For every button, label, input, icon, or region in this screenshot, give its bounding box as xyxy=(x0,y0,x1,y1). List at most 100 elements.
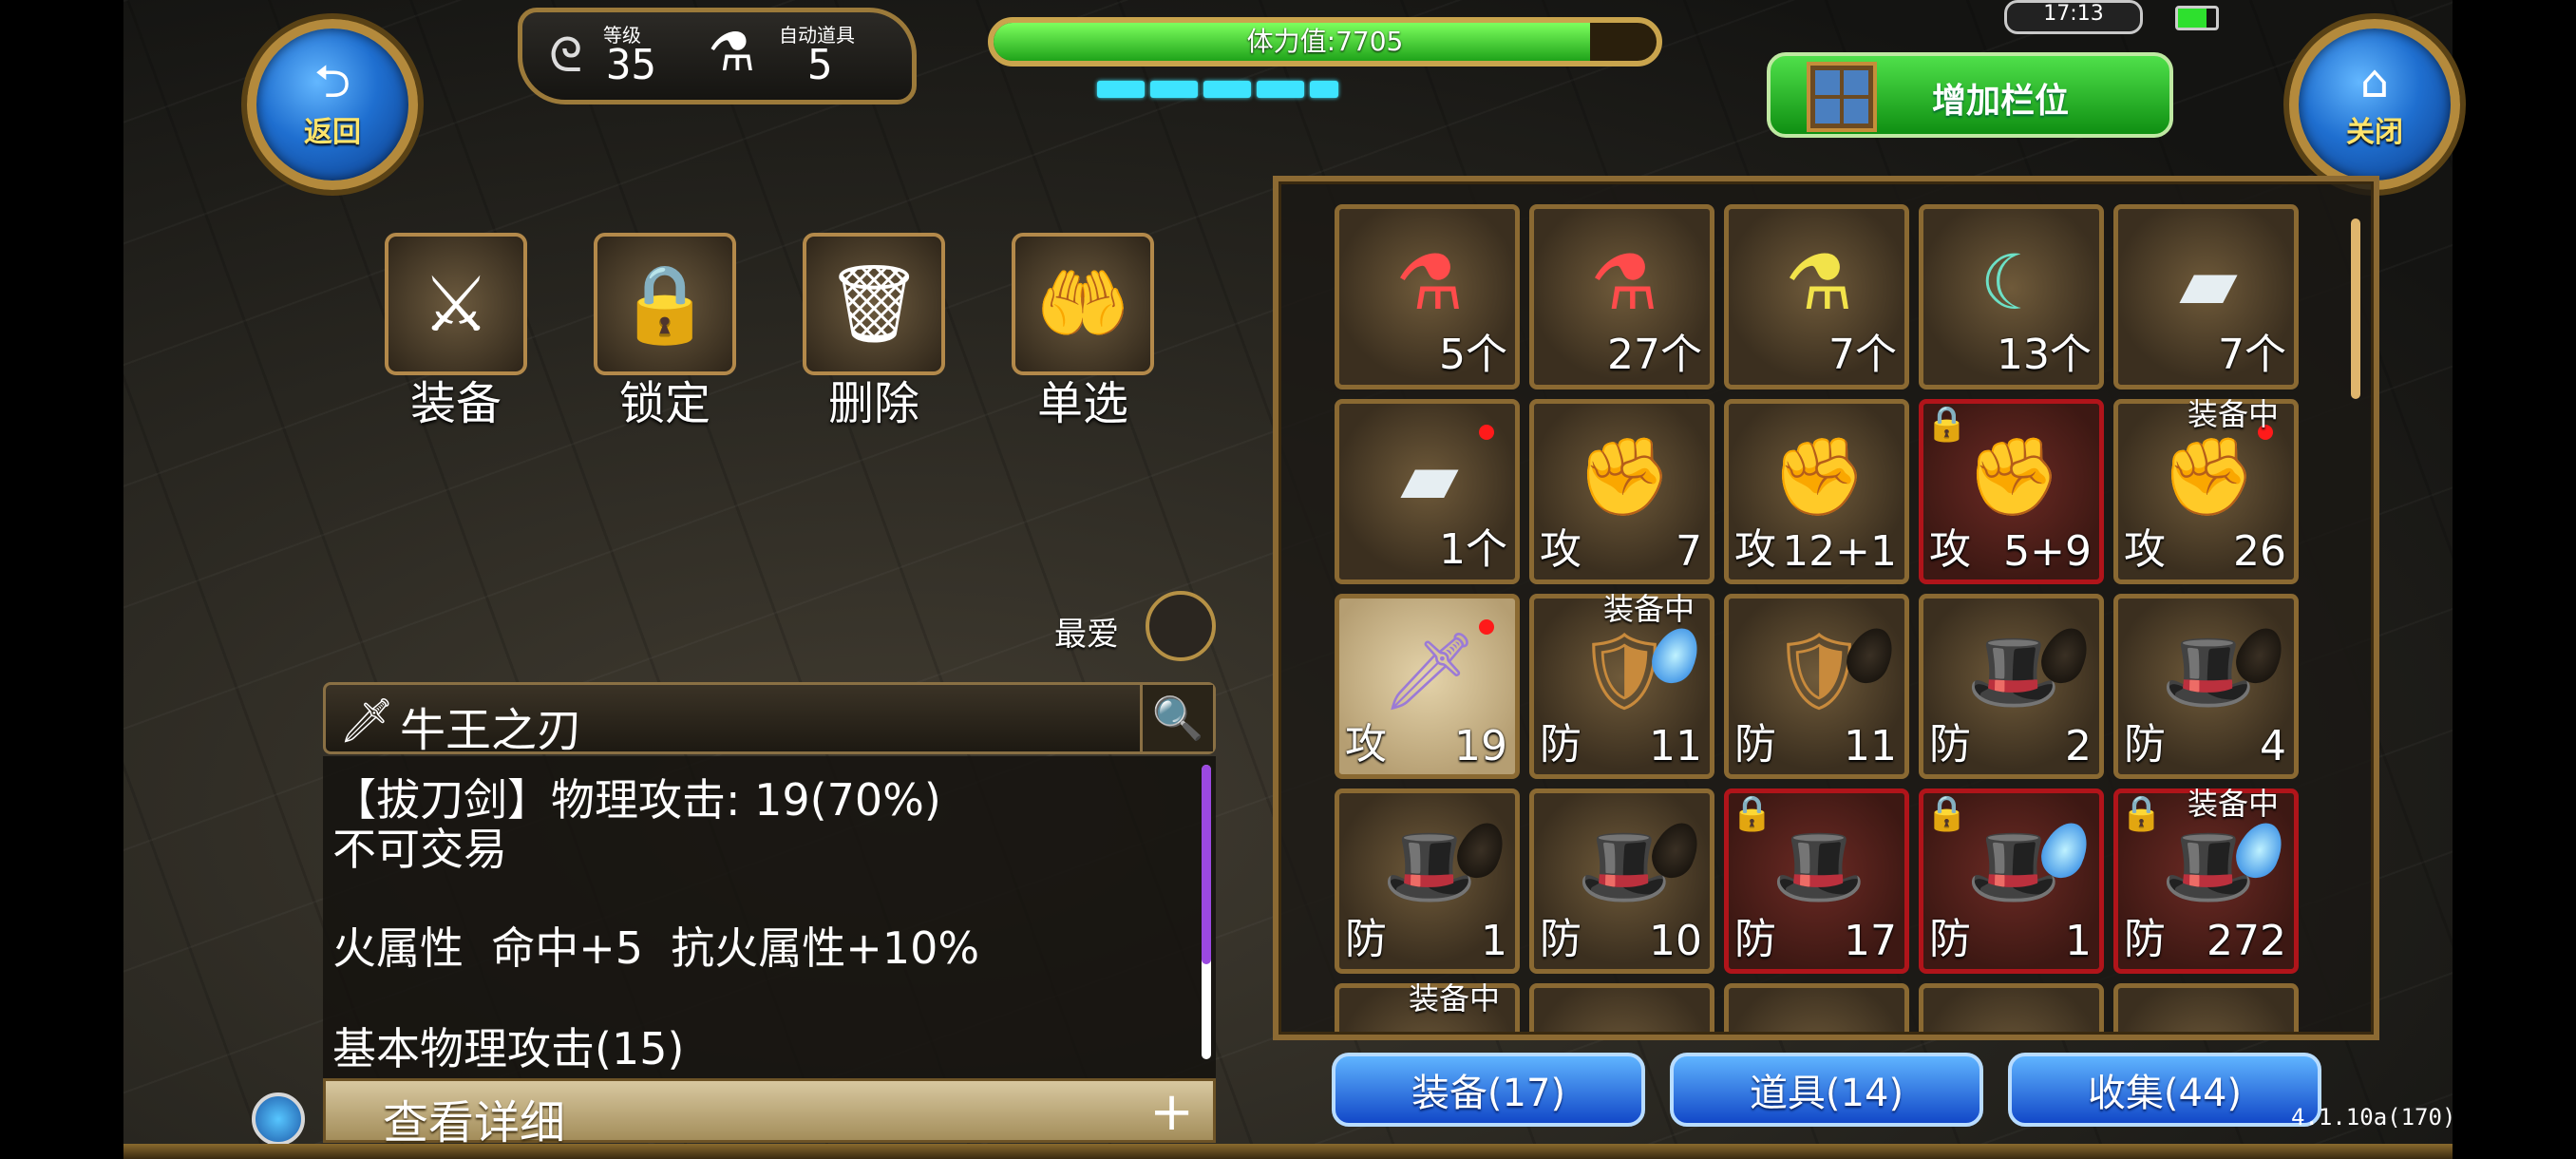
item-detail-body: 【拔刀剑】物理攻击: 19(70%) 不可交易 火属性 命中+5 抗火属性+10… xyxy=(323,756,1216,1079)
inventory-slot[interactable]: 装备中 xyxy=(1335,980,1520,1032)
slot-count: 11 xyxy=(1649,722,1702,770)
trash-can-icon: 🗑 xyxy=(825,259,922,348)
metal-ingot-icon: ▰ xyxy=(1400,432,1459,522)
inventory-slot[interactable]: 🛡 防 11 装备中 xyxy=(1529,591,1714,779)
gauntlet-icon: ✊ xyxy=(1966,432,2061,521)
inventory-slot[interactable]: ✊ 🔒 攻 5+9 xyxy=(1919,399,2104,584)
detail-line: 基本物理攻击(15) xyxy=(332,1023,685,1074)
slot-type: 防 xyxy=(1929,720,1971,769)
inventory-slot[interactable]: ✊ 攻 26 装备中 xyxy=(2113,396,2299,584)
inventory-slot[interactable]: 🛡 防 11 xyxy=(1724,594,1909,779)
slot-type: 防 xyxy=(2124,915,2166,963)
tab-collection[interactable]: 收集(44) xyxy=(2008,1053,2321,1127)
slot-count: 5个 xyxy=(1439,331,1507,379)
magnifier-button[interactable]: 🔍 xyxy=(1140,685,1213,751)
inventory-slot[interactable]: 🗡 攻 19 xyxy=(1335,594,1520,779)
padlock-icon: 🔒 xyxy=(617,259,712,348)
add-slot-button[interactable]: 增加栏位 xyxy=(1767,52,2173,138)
slot-count: 19 xyxy=(1454,722,1507,770)
slot-type: 攻 xyxy=(1345,720,1387,769)
level-value: 35 xyxy=(606,41,656,89)
slot-count: 17 xyxy=(1844,917,1897,965)
auto-item-value: 5 xyxy=(807,41,833,89)
inventory-scrollbar[interactable] xyxy=(2351,218,2360,399)
tab-label: 装备(17) xyxy=(1411,1072,1566,1115)
item-detail-header: 🗡 牛王之刃 🔍 xyxy=(323,682,1216,757)
gauntlet-icon: ✊ xyxy=(1771,432,1866,521)
bottom-border xyxy=(123,1144,2453,1159)
exp-segment xyxy=(1150,81,1198,98)
inventory-slot[interactable] xyxy=(1919,983,2104,1032)
slot-count: 272 xyxy=(2207,917,2286,965)
equipped-badge: 装备中 xyxy=(2187,396,2279,432)
equip-action-button[interactable]: ⚔ xyxy=(385,233,527,375)
detail-scroll-thumb[interactable] xyxy=(1202,765,1211,964)
inventory-slot[interactable]: 🎩 防 4 xyxy=(2113,594,2299,779)
tab-equipment[interactable]: 装备(17) xyxy=(1332,1053,1645,1127)
back-button[interactable]: ⮌ 返回 xyxy=(247,19,418,190)
inventory-slot[interactable]: 🎩 🔒 防 17 xyxy=(1724,788,1909,974)
letterbox-right xyxy=(2453,0,2576,1159)
close-button-label: 关闭 xyxy=(2346,116,2403,149)
view-detail-button[interactable]: 查看详细 + xyxy=(323,1078,1216,1150)
inventory-grid-icon xyxy=(1807,62,1877,132)
inventory-slot[interactable] xyxy=(1529,983,1714,1032)
padlock-icon: 🔒 xyxy=(1925,794,1968,833)
equipped-badge: 装备中 xyxy=(1602,591,1695,627)
exp-segment xyxy=(1097,81,1145,98)
tab-label: 收集(44) xyxy=(2087,1072,2243,1115)
favorite-toggle[interactable] xyxy=(1146,591,1216,661)
inventory-slot[interactable]: 🎩 🔒 防 272 装备中 xyxy=(2113,786,2299,974)
slot-count: 5+9 xyxy=(2003,527,2092,576)
slot-count: 1 xyxy=(1481,917,1507,965)
home-icon: ⌂ xyxy=(2359,55,2390,108)
detail-scrollbar[interactable] xyxy=(1202,765,1211,1059)
lock-action-label: 锁定 xyxy=(618,377,710,430)
add-slot-label: 增加栏位 xyxy=(1932,82,2070,121)
slot-type: 攻 xyxy=(1734,525,1776,574)
inventory-slot[interactable]: ✊ 攻 12+1 xyxy=(1724,399,1909,584)
slot-type: 攻 xyxy=(2124,525,2166,574)
gauntlet-icon: ✊ xyxy=(1577,432,1672,521)
back-button-label: 返回 xyxy=(304,116,361,149)
chat-icon[interactable] xyxy=(252,1092,305,1146)
crescent-blade-icon: ☾ xyxy=(1979,238,2048,327)
equipped-badge: 装备中 xyxy=(2187,786,2279,822)
exp-segment xyxy=(1310,81,1338,98)
inventory-slot[interactable]: ▰ 1个 xyxy=(1335,399,1520,584)
item-name: 牛王之刃 xyxy=(400,704,583,757)
new-dot-icon xyxy=(1479,619,1494,635)
delete-action-button[interactable]: 🗑 xyxy=(803,233,945,375)
slot-type: 防 xyxy=(2124,720,2166,769)
inventory-slot[interactable] xyxy=(2113,983,2299,1032)
lock-action-button[interactable]: 🔒 xyxy=(594,233,736,375)
single-select-action-button[interactable]: 🤲 xyxy=(1012,233,1154,375)
equip-action-label: 装备 xyxy=(409,377,502,430)
game-screen: ⮌ 返回 ᘓ 等级 35 ⚗ 自动道具 5 体力值:7705 17:13 增加栏… xyxy=(0,0,2576,1159)
delete-action-label: 删除 xyxy=(827,377,919,430)
potion-icon: ⚗ xyxy=(708,22,756,84)
inventory-slot[interactable]: ▰ 7个 xyxy=(2113,204,2299,390)
stamina-text: 体力值:7705 xyxy=(1246,26,1404,57)
slot-type: 防 xyxy=(1734,720,1776,769)
red-potion-icon: ⚗ xyxy=(1395,238,1464,327)
inventory-slot[interactable]: ⚗ 27个 xyxy=(1529,204,1714,390)
inventory-slot[interactable]: 🎩 🔒 防 1 xyxy=(1919,788,2104,974)
red-potion-icon: ⚗ xyxy=(1590,238,1658,327)
slot-count: 13个 xyxy=(1997,331,2092,379)
inventory-slot[interactable]: 🎩 防 2 xyxy=(1919,594,2104,779)
inventory-slot[interactable]: ⚗ 5个 xyxy=(1335,204,1520,390)
inventory-slot[interactable]: 🎩 防 10 xyxy=(1529,788,1714,974)
tab-items[interactable]: 道具(14) xyxy=(1670,1053,1983,1127)
player-status-panel: ᘓ 等级 35 ⚗ 自动道具 5 xyxy=(518,8,917,104)
inventory-slot[interactable]: ☾ 13个 xyxy=(1919,204,2104,390)
inventory-slot[interactable]: ⚗ 7个 xyxy=(1724,204,1909,390)
favorite-label: 最爱 xyxy=(1054,616,1119,654)
inventory-slot[interactable] xyxy=(1724,983,1909,1032)
inventory-slot[interactable]: 🎩 防 1 xyxy=(1335,788,1520,974)
detail-line: 火属性 命中+5 抗火属性+10% xyxy=(332,922,980,974)
padlock-icon: 🔒 xyxy=(1731,794,1773,833)
inventory-slot[interactable]: ✊ 攻 7 xyxy=(1529,399,1714,584)
equipped-badge: 装备中 xyxy=(1408,980,1500,1016)
close-button[interactable]: ⌂ 关闭 xyxy=(2289,19,2460,190)
